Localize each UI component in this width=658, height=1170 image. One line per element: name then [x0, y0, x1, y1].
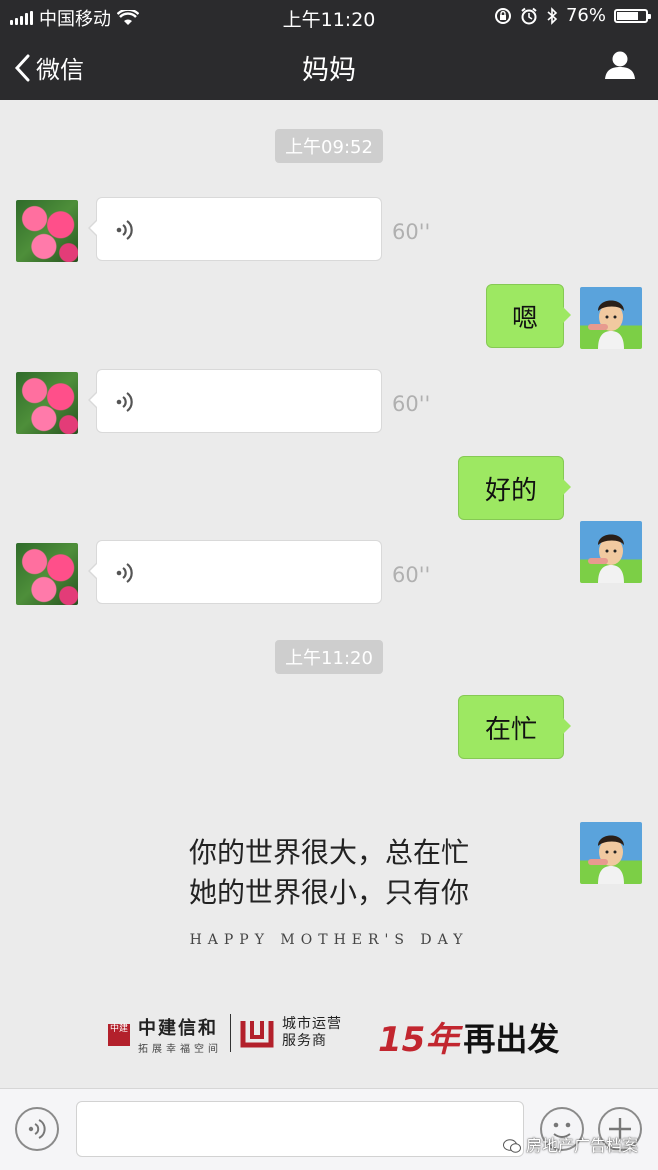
contact-icon [605, 51, 635, 79]
avatar-mom[interactable] [16, 200, 78, 262]
avatar-me[interactable] [580, 521, 642, 583]
brand-seal-icon: 中建 [108, 1023, 130, 1046]
wechat-official-icon [502, 1139, 521, 1153]
avatar-mom[interactable] [16, 543, 78, 605]
alarm-icon [521, 7, 537, 24]
brand2-line1: 城市运营 [282, 1016, 342, 1032]
voice-message[interactable] [88, 540, 382, 604]
message-input[interactable] [76, 1101, 524, 1157]
reply-bubble[interactable]: 嗯 [486, 284, 571, 348]
avatar-me[interactable] [580, 287, 642, 349]
divider [230, 1014, 231, 1052]
brand1-sub: 拓展幸福空间 [138, 1044, 222, 1055]
voice-message[interactable] [88, 197, 382, 261]
nav-bar: 微信 妈妈 [0, 32, 658, 100]
battery-icon [614, 8, 651, 23]
voice-toggle-button[interactable] [15, 1107, 59, 1151]
reply-bubble[interactable]: 在忙 [458, 695, 571, 759]
voice-wave-icon [116, 563, 133, 583]
voice-duration: 60'' [392, 392, 431, 416]
voice-duration: 60'' [392, 563, 431, 587]
brand-logo-2: 城市运营 服务商 [240, 1016, 342, 1050]
brand-logo-1: 中建 中建信和 拓展幸福空间 [108, 1014, 222, 1055]
poem-line-2: 她的世界很小，只有你 [188, 876, 469, 909]
watermark-text: 房地产广告档案 [525, 1136, 638, 1155]
campaign-text: 再出发 [463, 1019, 560, 1058]
contact-button[interactable] [604, 50, 636, 84]
voice-wave-icon [116, 220, 133, 240]
tagline: HAPPY MOTHER'S DAY [189, 932, 469, 948]
timestamp: 上午09:52 [0, 129, 658, 163]
battery-percent: 76% [565, 5, 606, 26]
status-bar: 中国移动 上午11:20 76% [0, 0, 658, 32]
poem-line-1: 你的世界很大，总在忙 [188, 836, 469, 869]
timestamp: 上午11:20 [0, 640, 658, 674]
chat-title: 妈妈 [302, 55, 356, 86]
cartoon-avatar-icon [588, 300, 624, 349]
brand2-mark-icon [240, 1021, 274, 1048]
avatar-mom[interactable] [16, 372, 78, 434]
cartoon-avatar-icon [588, 534, 624, 583]
brand2-line2: 服务商 [282, 1033, 327, 1049]
brand1-name: 中建信和 [138, 1018, 218, 1039]
watermark: 房地产广告档案 [502, 1132, 638, 1156]
voice-message[interactable] [88, 369, 382, 433]
reply-bubble[interactable]: 好的 [458, 456, 571, 520]
campaign-logo: 15年 再出发 [378, 1012, 559, 1061]
input-bar: 房地产广告档案 [0, 1088, 658, 1170]
bluetooth-icon [547, 6, 558, 25]
lock-rotation-icon [494, 7, 511, 24]
voice-wave-icon [116, 392, 133, 412]
status-right: 76% [494, 5, 651, 26]
voice-wave-icon [28, 1119, 46, 1139]
voice-duration: 60'' [392, 220, 431, 244]
campaign-number: 15年 [378, 1020, 460, 1060]
